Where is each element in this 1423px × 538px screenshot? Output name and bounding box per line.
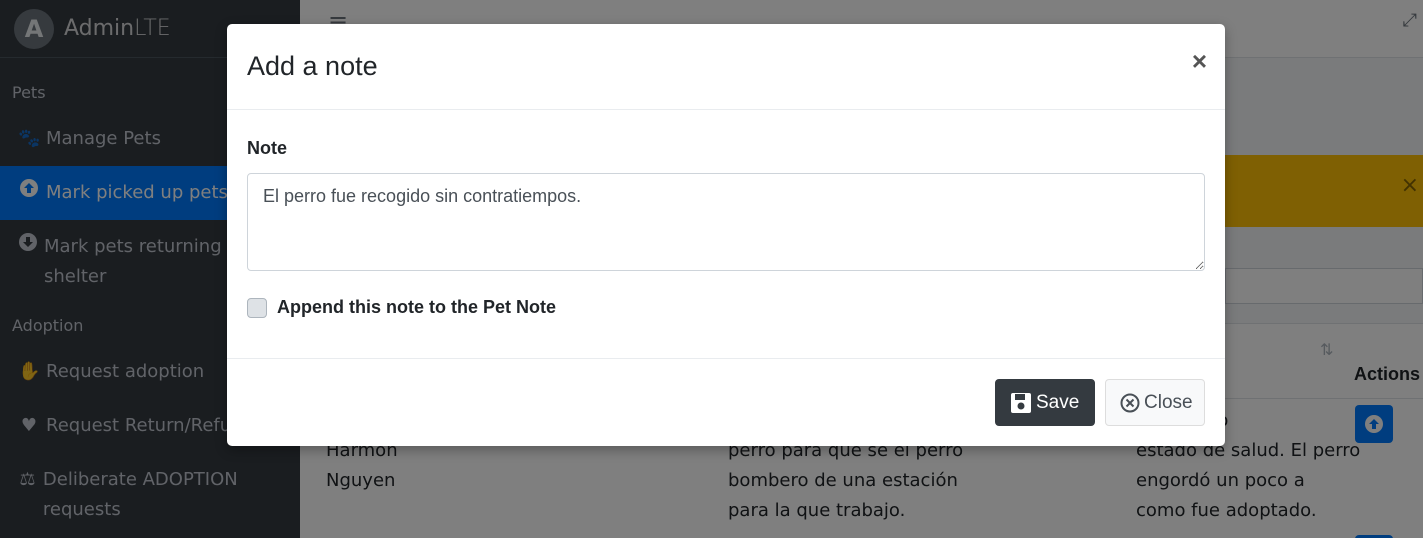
note-textarea[interactable] <box>247 173 1205 271</box>
save-button-label: Save <box>1036 391 1080 413</box>
modal-close-icon[interactable]: × <box>1192 46 1207 77</box>
append-note-label[interactable]: Append this note to the Pet Note <box>277 297 556 318</box>
save-icon <box>1010 392 1032 414</box>
close-button-label: Close <box>1144 391 1193 413</box>
modal-title: Add a note <box>247 51 378 81</box>
save-button[interactable]: Save <box>995 379 1095 426</box>
add-note-modal: Add a note × Note Append this note to th… <box>227 24 1225 446</box>
close-circle-icon <box>1120 393 1140 413</box>
append-note-row: Append this note to the Pet Note <box>247 297 1205 318</box>
note-label: Note <box>247 138 287 158</box>
close-button[interactable]: Close <box>1105 379 1205 426</box>
append-note-checkbox[interactable] <box>247 297 267 318</box>
modal-footer: Save Close <box>227 359 1225 446</box>
modal-header: Add a note × <box>227 24 1225 110</box>
modal-body: Note Append this note to the Pet Note <box>227 110 1225 359</box>
